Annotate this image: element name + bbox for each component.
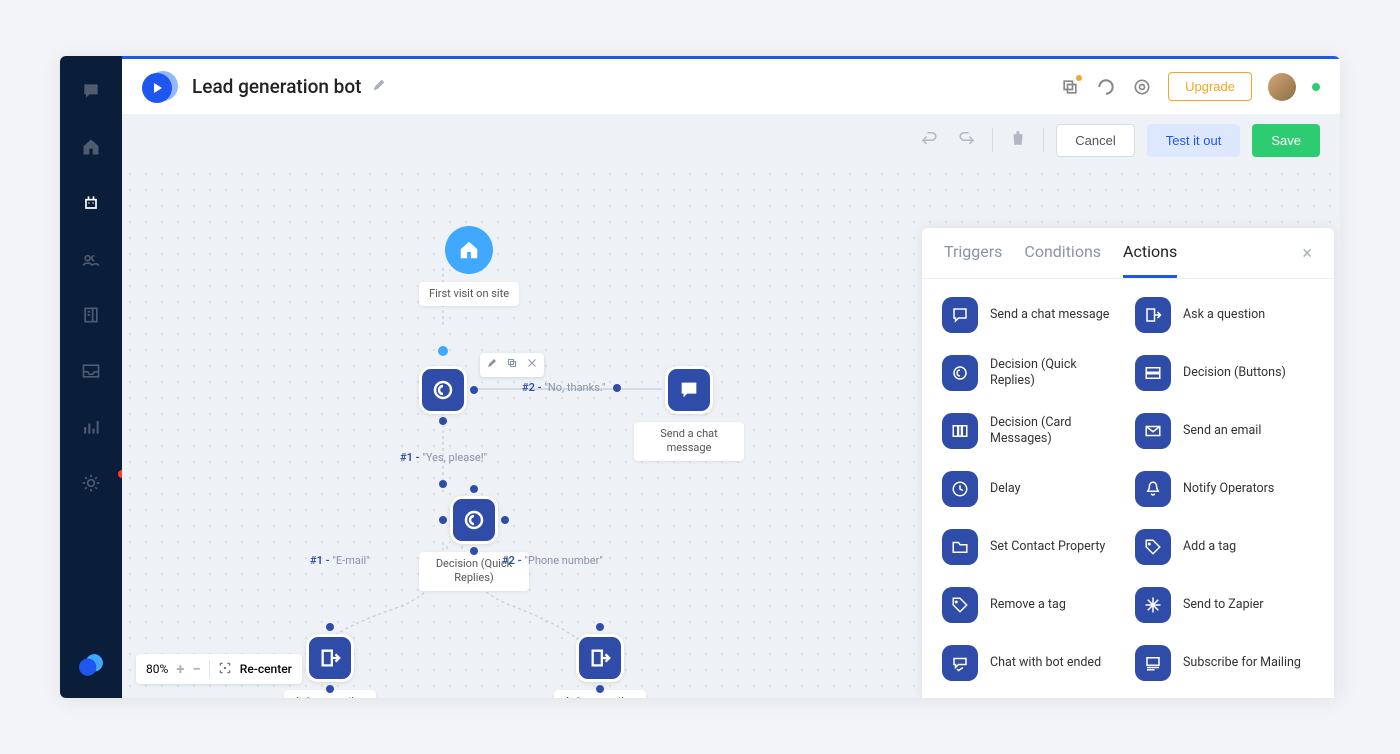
action-label: Send a chat message (990, 307, 1109, 323)
sidebar-gear-icon[interactable] (80, 472, 102, 494)
cancel-button[interactable]: Cancel (1056, 124, 1134, 157)
mailing-icon (1135, 645, 1171, 681)
action-label: Notify Operators (1183, 481, 1274, 497)
edge-email: #1 - "E-mail" (310, 554, 370, 567)
zoom-bar: 80% + − Re-center (136, 654, 302, 684)
edge-phone: #2 - "Phone number" (502, 554, 603, 567)
panel-close-icon[interactable]: × (1302, 243, 1312, 278)
decision-qr-icon (942, 355, 978, 391)
sidebar-users-icon[interactable] (80, 248, 102, 270)
action-mailing[interactable]: Subscribe for Mailing (1135, 645, 1314, 681)
refresh-icon[interactable] (1096, 77, 1116, 97)
action-label: Chat with bot ended (990, 655, 1101, 671)
action-decision-btn[interactable]: Decision (Buttons) (1135, 355, 1314, 391)
delete-icon[interactable] (1005, 125, 1031, 155)
edge-branch1: #1 - "Yes, please!" (400, 451, 487, 464)
email-icon (1135, 413, 1171, 449)
sidebar-bot-icon[interactable] (80, 192, 102, 214)
action-decision-qr[interactable]: Decision (Quick Replies) (942, 355, 1121, 391)
panel-tabs: Triggers Conditions Actions × (922, 228, 1334, 279)
tab-conditions[interactable]: Conditions (1024, 242, 1101, 278)
sidebar-home-icon[interactable] (80, 136, 102, 158)
node-ask-right[interactable]: Ask a question (554, 634, 646, 698)
action-folder[interactable]: Set Contact Property (942, 529, 1121, 565)
redo-icon[interactable] (954, 125, 980, 155)
sidebar-stats-icon[interactable] (80, 416, 102, 438)
sidebar-book-icon[interactable] (80, 304, 102, 326)
action-delay[interactable]: Delay (942, 471, 1121, 507)
connection-dot (438, 346, 448, 356)
tag-icon (1135, 529, 1171, 565)
action-end[interactable]: Chat with bot ended (942, 645, 1121, 681)
node-start-label: First visit on site (419, 282, 519, 306)
end-icon (942, 645, 978, 681)
action-question[interactable]: Ask a question (1135, 297, 1314, 333)
action-label: Decision (Card Messages) (990, 415, 1121, 448)
bot-logo-icon (142, 69, 178, 105)
zoom-out-icon[interactable]: − (192, 660, 200, 678)
action-zapier[interactable]: Send to Zapier (1135, 587, 1314, 623)
toolbar: Cancel Test it out Save (122, 114, 1340, 166)
node-decision2[interactable]: Decision (Quick Replies) (419, 496, 529, 591)
side-panel: Triggers Conditions Actions × Send a cha… (922, 228, 1334, 698)
action-decision-card[interactable]: Decision (Card Messages) (942, 413, 1121, 449)
action-chat[interactable]: Send a chat message (942, 297, 1121, 333)
chat-icon (942, 297, 978, 333)
templates-icon[interactable] (1060, 77, 1080, 97)
status-dot-icon (1312, 83, 1320, 91)
test-button[interactable]: Test it out (1147, 124, 1241, 157)
undo-icon[interactable] (916, 125, 942, 155)
node-decision1[interactable] (419, 366, 467, 414)
recenter-icon[interactable] (218, 661, 232, 678)
sidebar (60, 56, 122, 698)
action-label: Delay (990, 481, 1021, 497)
zoom-value: 80% (146, 662, 168, 676)
action-tag[interactable]: Add a tag (1135, 529, 1314, 565)
node-toolbar (480, 353, 544, 377)
folder-icon (942, 529, 978, 565)
action-label: Subscribe for Mailing (1183, 655, 1301, 671)
actions-grid: Send a chat message Ask a question Decisio… (922, 279, 1334, 698)
broadcast-icon[interactable] (1132, 77, 1152, 97)
flow-canvas[interactable]: First visit on site #2 - "No, thanks." #… (122, 166, 1340, 698)
action-email[interactable]: Send an email (1135, 413, 1314, 449)
edge-branch2: #2 - "No, thanks." (522, 381, 605, 394)
question-icon (1135, 297, 1171, 333)
action-label: Ask a question (1183, 307, 1265, 323)
node-send-chat-label: Send a chat message (634, 422, 744, 461)
recenter-button[interactable]: Re-center (240, 662, 292, 676)
action-label: Send to Zapier (1183, 597, 1264, 613)
avatar[interactable] (1268, 73, 1296, 101)
node-edit-icon[interactable] (486, 357, 498, 373)
action-label: Set Contact Property (990, 539, 1105, 555)
delay-icon (942, 471, 978, 507)
tag-remove-icon (942, 587, 978, 623)
action-label: Add a tag (1183, 539, 1236, 555)
edit-title-icon[interactable] (371, 77, 387, 97)
action-label: Decision (Buttons) (1183, 365, 1286, 381)
action-label: Send an email (1183, 423, 1261, 439)
action-tag-remove[interactable]: Remove a tag (942, 587, 1121, 623)
page-title: Lead generation bot (192, 75, 361, 98)
action-label: Decision (Quick Replies) (990, 357, 1121, 390)
decision-card-icon (942, 413, 978, 449)
action-notify[interactable]: Notify Operators (1135, 471, 1314, 507)
node-start[interactable]: First visit on site (419, 226, 519, 306)
sidebar-chat-icon[interactable] (80, 80, 102, 102)
zoom-in-icon[interactable]: + (176, 660, 184, 678)
zapier-icon (1135, 587, 1171, 623)
upgrade-button[interactable]: Upgrade (1168, 72, 1252, 101)
sidebar-logo-icon[interactable] (78, 652, 104, 678)
node-copy-icon[interactable] (506, 357, 518, 373)
decision-btn-icon (1135, 355, 1171, 391)
tab-triggers[interactable]: Triggers (944, 242, 1002, 278)
action-label: Remove a tag (990, 597, 1066, 613)
notify-icon (1135, 471, 1171, 507)
node-send-chat[interactable]: Send a chat message (634, 366, 744, 461)
node-delete-icon[interactable] (526, 357, 538, 373)
topbar: Lead generation bot Upgrade (122, 56, 1340, 114)
tab-actions[interactable]: Actions (1123, 242, 1177, 278)
sidebar-inbox-icon[interactable] (80, 360, 102, 382)
save-button[interactable]: Save (1252, 124, 1320, 157)
